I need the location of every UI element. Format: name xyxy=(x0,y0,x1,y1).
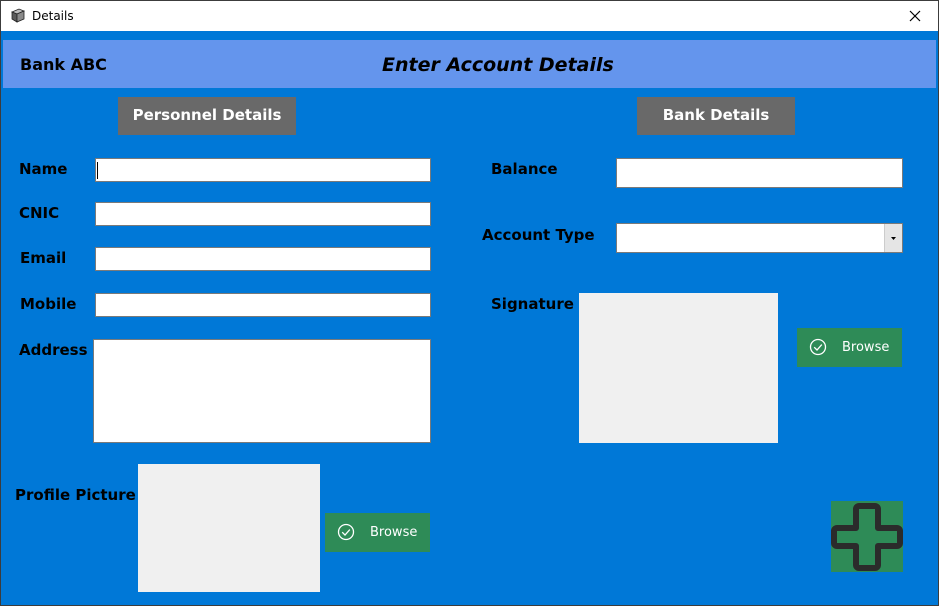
address-textarea[interactable] xyxy=(93,339,431,443)
account-type-select[interactable] xyxy=(616,223,903,253)
window-title: Details xyxy=(32,9,74,23)
signature-browse-button[interactable]: Browse xyxy=(797,328,902,367)
bank-details-button[interactable]: Bank Details xyxy=(637,97,795,135)
name-label: Name xyxy=(19,160,68,178)
dropdown-arrow-button[interactable] xyxy=(884,224,902,252)
form-title: Enter Account Details xyxy=(382,54,614,76)
signature-label: Signature xyxy=(491,295,574,313)
profile-browse-button[interactable]: Browse xyxy=(325,513,430,552)
email-label: Email xyxy=(20,249,67,267)
personnel-details-button[interactable]: Personnel Details xyxy=(118,97,296,135)
details-window: Details Bank ABC Enter Account Details P… xyxy=(0,0,939,606)
browse-label: Browse xyxy=(842,340,890,355)
header-bar: Bank ABC Enter Account Details xyxy=(3,40,936,88)
title-bar[interactable]: Details xyxy=(1,1,938,31)
profile-picture-box[interactable] xyxy=(138,464,320,592)
bank-name: Bank ABC xyxy=(20,55,107,74)
plus-icon xyxy=(831,503,903,571)
profile-picture-label: Profile Picture xyxy=(15,486,136,504)
account-type-label: Account Type xyxy=(482,226,595,244)
cnic-input[interactable] xyxy=(95,202,431,226)
name-input[interactable] xyxy=(95,158,431,182)
balance-input[interactable] xyxy=(616,158,903,188)
check-circle-icon xyxy=(337,523,355,541)
mobile-input[interactable] xyxy=(95,293,431,317)
close-button[interactable] xyxy=(893,1,938,31)
add-account-button[interactable] xyxy=(831,501,903,572)
check-circle-icon xyxy=(809,338,827,356)
browse-label: Browse xyxy=(370,525,418,540)
mobile-label: Mobile xyxy=(20,295,77,313)
address-label: Address xyxy=(19,341,88,359)
close-icon xyxy=(909,10,921,22)
balance-label: Balance xyxy=(491,160,558,178)
app-icon xyxy=(10,8,26,23)
signature-picture-box[interactable] xyxy=(579,293,778,443)
cnic-label: CNIC xyxy=(19,204,60,222)
email-input[interactable] xyxy=(95,247,431,271)
chevron-down-icon xyxy=(891,237,896,240)
text-caret xyxy=(97,162,98,179)
